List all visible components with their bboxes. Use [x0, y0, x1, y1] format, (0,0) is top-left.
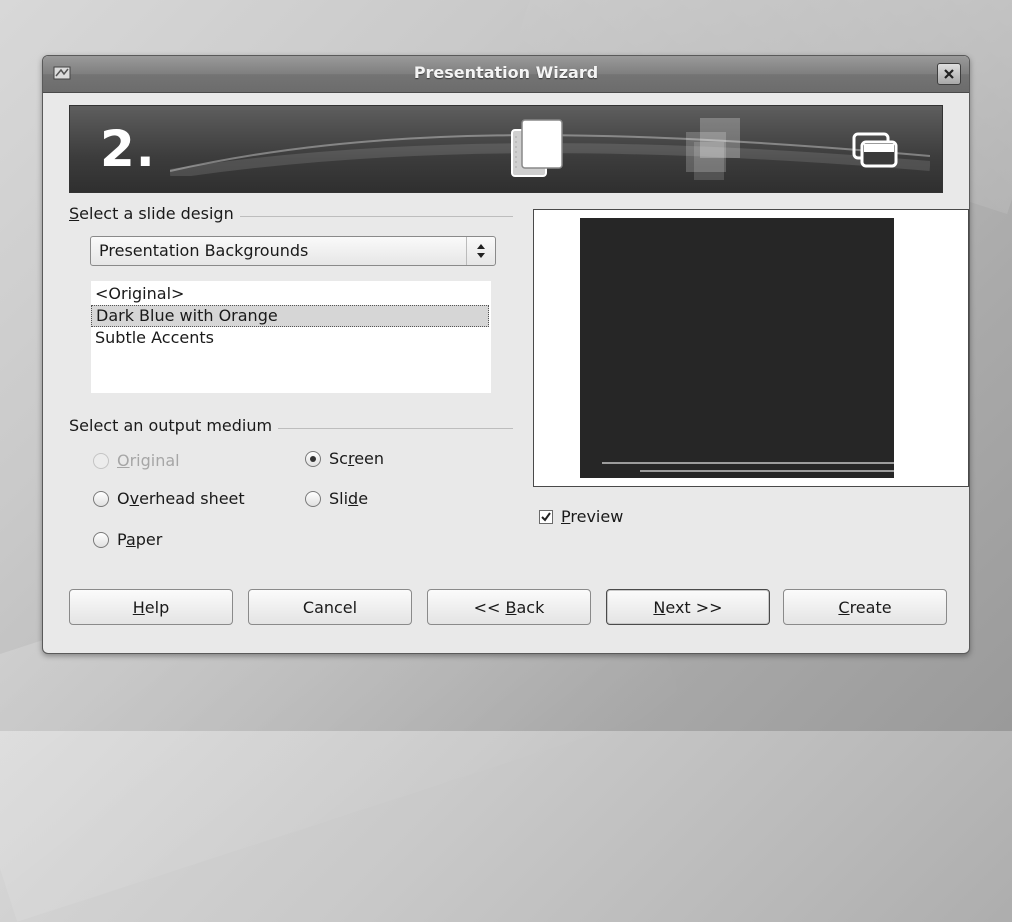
- list-item[interactable]: Subtle Accents: [91, 327, 489, 349]
- radio-paper[interactable]: Paper: [93, 530, 162, 549]
- radio-circle: [305, 490, 321, 507]
- dropdown-arrows-icon[interactable]: [466, 237, 495, 265]
- radio-original[interactable]: Original: [93, 451, 180, 470]
- title-bar[interactable]: Presentation Wizard: [43, 56, 969, 93]
- radio-label: Screen: [329, 449, 385, 468]
- checkbox-box: [539, 509, 553, 524]
- radio-label: Paper: [117, 530, 163, 549]
- radio-overhead-sheet[interactable]: Overhead sheet: [93, 489, 245, 508]
- slide-preview-image: [580, 218, 894, 478]
- cancel-button[interactable]: Cancel: [248, 589, 412, 625]
- preview-accent-line: [602, 462, 894, 464]
- screen-output-icon: [852, 132, 898, 168]
- output-medium-label: Select an output medium: [69, 416, 279, 435]
- preview-pane: [533, 209, 969, 487]
- radio-circle: [93, 531, 109, 548]
- presentation-wizard-dialog: Presentation Wizard 2. Select a slide de…: [42, 55, 970, 654]
- radio-label: Slide: [329, 489, 369, 508]
- radio-label: Overhead sheet: [117, 489, 245, 508]
- close-icon: [944, 69, 954, 79]
- design-category-dropdown[interactable]: Presentation Backgrounds: [90, 236, 496, 266]
- slide-design-list[interactable]: <Original> Dark Blue with Orange Subtle …: [91, 281, 491, 393]
- preview-checkbox[interactable]: Preview: [539, 507, 623, 526]
- radio-circle: [93, 490, 109, 507]
- window-title: Presentation Wizard: [413, 63, 599, 82]
- list-item[interactable]: <Original>: [91, 283, 489, 305]
- next-button[interactable]: Next >>: [606, 589, 770, 625]
- help-button[interactable]: Help: [69, 589, 233, 625]
- radio-circle-checked: [305, 450, 321, 467]
- radio-slide[interactable]: Slide: [305, 489, 368, 508]
- radio-screen[interactable]: Screen: [305, 449, 384, 468]
- wizard-step-banner: 2.: [69, 105, 943, 193]
- slide-design-label: Select a slide design: [69, 204, 240, 223]
- slide-layers-icon: [686, 118, 740, 180]
- dropdown-value: Presentation Backgrounds: [99, 241, 309, 260]
- create-button[interactable]: Create: [783, 589, 947, 625]
- checkbox-label: Preview: [561, 507, 624, 526]
- step-number: 2.: [100, 120, 156, 178]
- back-button[interactable]: << Back: [427, 589, 591, 625]
- slide-document-icon: [511, 119, 563, 177]
- radio-label: Original: [117, 451, 180, 470]
- checkmark-icon: [541, 511, 551, 522]
- close-button[interactable]: [937, 63, 961, 85]
- preview-accent-line: [640, 470, 894, 472]
- radio-circle: [93, 452, 109, 469]
- list-item-selected[interactable]: Dark Blue with Orange: [91, 305, 489, 327]
